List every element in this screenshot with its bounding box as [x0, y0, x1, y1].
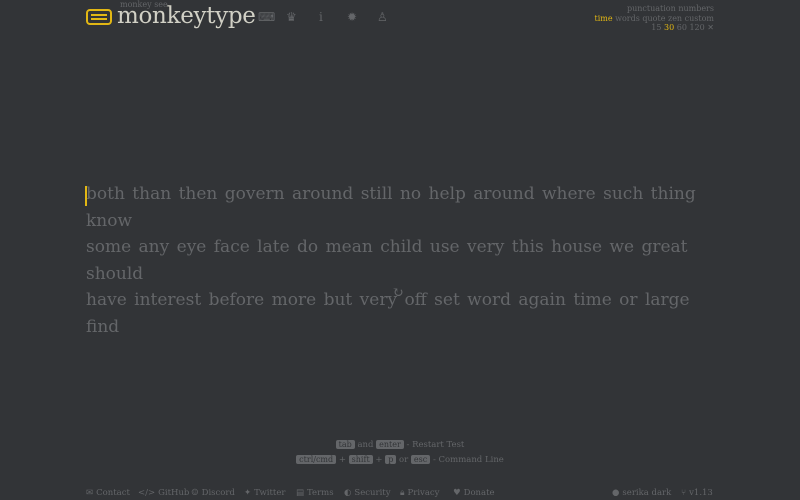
punctuation-toggle[interactable]: punctuation [627, 4, 676, 13]
words-area[interactable]: both than then govern around still no he… [86, 181, 714, 340]
time-15[interactable]: 15 [651, 23, 661, 32]
time-60[interactable]: 60 [677, 23, 687, 32]
brand-title[interactable]: monkeytype [117, 3, 256, 29]
shield-icon: ◐ [344, 488, 352, 498]
wrench-icon[interactable]: ✕ [707, 23, 714, 32]
document-icon: ▤ [296, 488, 305, 498]
theme-button[interactable]: ● serika dark [612, 488, 671, 498]
key-enter: enter [376, 440, 404, 449]
word-line: some any eye face late do mean child use… [86, 237, 688, 284]
footer-security[interactable]: ◐ Security [344, 488, 391, 498]
hint-text: or [399, 455, 409, 465]
gear-icon[interactable]: ✹ [347, 10, 357, 24]
key-p: p [385, 455, 397, 464]
restart-button[interactable]: ↻ [392, 285, 404, 301]
logo-icon[interactable] [86, 9, 112, 25]
time-30[interactable]: 30 [664, 23, 674, 32]
crown-icon[interactable]: ♛ [286, 10, 297, 24]
key-shift: shift [348, 455, 373, 464]
mode-words[interactable]: words [615, 14, 640, 23]
hint-text: + [338, 455, 346, 465]
twitter-icon: ✦ [244, 488, 252, 498]
keyboard-icon[interactable]: ⌨ [258, 10, 275, 24]
hint-text: and [357, 440, 374, 450]
footer-github[interactable]: </> GitHub [138, 488, 189, 498]
footer-donate[interactable]: ♥ Donate [453, 488, 495, 498]
mode-zen[interactable]: zen [668, 14, 682, 23]
footer-twitter[interactable]: ✦ Twitter [244, 488, 285, 498]
branch-icon: ⑂ [681, 488, 687, 498]
user-icon[interactable]: ♙ [377, 10, 388, 24]
lock-icon: 🔒︎ [400, 488, 405, 498]
mode-custom[interactable]: custom [685, 14, 714, 23]
mode-quote[interactable]: quote [642, 14, 665, 23]
version-button[interactable]: ⑂ v1.13 [681, 488, 713, 498]
hint-text: + [375, 455, 383, 465]
envelope-icon: ✉ [86, 488, 94, 498]
mode-time[interactable]: time [594, 14, 612, 23]
discord-icon: ☺ [191, 488, 199, 498]
caret [85, 186, 87, 206]
footer-privacy[interactable]: 🔒︎ Privacy [400, 488, 439, 498]
donate-icon: ♥ [453, 488, 461, 498]
word-line: both than then govern around still no he… [86, 184, 696, 231]
palette-icon: ● [612, 488, 620, 498]
hint-text: - Command Line [432, 455, 504, 465]
info-icon[interactable]: i [319, 10, 323, 24]
hint-text: - Restart Test [406, 440, 465, 450]
key-ctrl: ctrl/cmd [296, 455, 337, 464]
footer-terms[interactable]: ▤ Terms [296, 488, 334, 498]
code-icon: </> [138, 488, 156, 498]
footer-contact[interactable]: ✉ Contact [86, 488, 130, 498]
key-esc: esc [410, 455, 431, 464]
time-120[interactable]: 120 [689, 23, 704, 32]
footer-discord[interactable]: ☺ Discord [191, 488, 235, 498]
key-tab: tab [335, 440, 355, 449]
hint-command: ctrl/cmd + shift + p or esc - Command Li… [0, 455, 800, 465]
numbers-toggle[interactable]: numbers [678, 4, 714, 13]
hint-restart: tab and enter - Restart Test [0, 440, 800, 450]
header: monkey see monkeytype ⌨ ♛ i ✹ ♙ punctuat… [86, 0, 714, 36]
test-config: punctuation numbers time words quote zen… [594, 4, 714, 33]
